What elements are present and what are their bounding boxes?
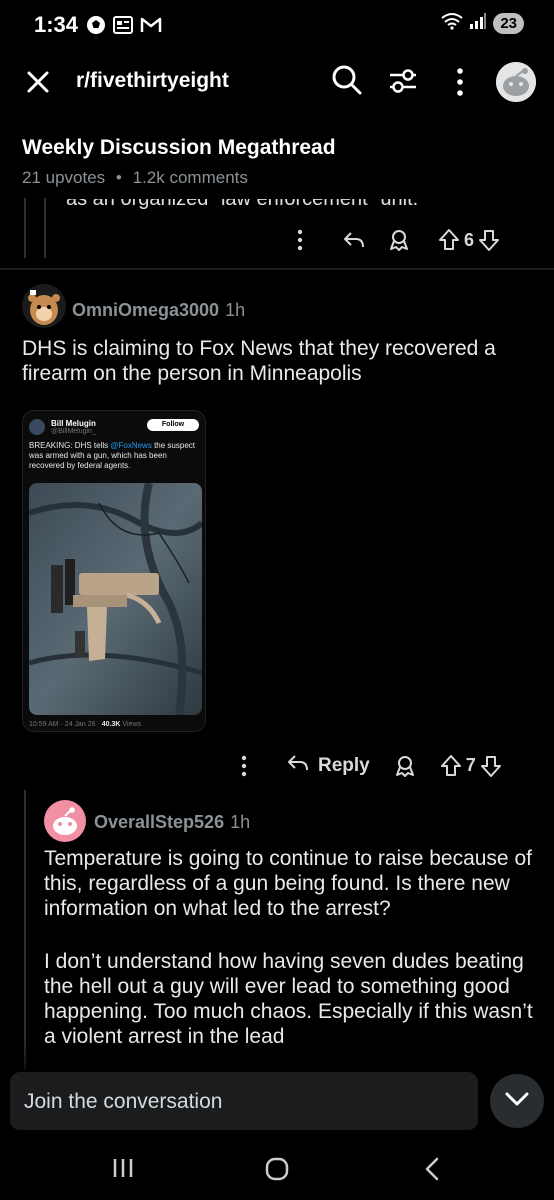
comment-divider: [0, 268, 554, 270]
downvote-icon[interactable]: [480, 754, 502, 778]
previous-comment-actions: 6: [288, 228, 500, 252]
more-options-icon[interactable]: [448, 66, 472, 103]
award-icon[interactable]: [388, 228, 410, 252]
commenter-avatar[interactable]: [22, 284, 66, 328]
tweet-mention: @FoxNews: [110, 441, 152, 450]
status-time: 1:34: [34, 12, 79, 37]
comment-count: 1.2k comments: [132, 168, 248, 187]
thread-line: [24, 790, 26, 1070]
more-options-icon[interactable]: [288, 229, 312, 251]
collapse-button[interactable]: [490, 1074, 544, 1128]
thread-line: [44, 198, 46, 258]
reply-paragraph: Temperature is going to continue to rais…: [44, 847, 532, 920]
award-icon[interactable]: [394, 754, 416, 778]
comment-body: DHS is claiming to Fox News that they re…: [22, 337, 496, 385]
status-bar: 1:34 23: [0, 0, 554, 48]
tweet-follow-button: Follow: [147, 419, 199, 431]
thread-title: Weekly Discussion Megathread: [22, 136, 336, 159]
chevron-down-icon: [504, 1091, 530, 1112]
reply-username[interactable]: OverallStep526: [94, 812, 224, 832]
previous-comment-text: as an organized "law enforcement" unit.: [66, 188, 419, 210]
tweet-author-avatar: [29, 419, 45, 435]
news-icon: [112, 15, 134, 35]
upvote-count: 21 upvotes: [22, 168, 106, 187]
composer-placeholder: Join the conversation: [24, 1090, 223, 1113]
reply-button[interactable]: Reply: [286, 752, 370, 779]
reply-label: Reply: [318, 754, 370, 776]
reply-age: 1h: [230, 812, 251, 832]
comment-username[interactable]: OmniOmega3000: [72, 300, 219, 320]
reply-body: Temperature is going to continue to rais…: [44, 846, 534, 1068]
tweet-author-handle: @BillMelugin_: [51, 428, 96, 435]
vote-count: 7: [465, 755, 476, 775]
search-icon[interactable]: [330, 63, 364, 102]
gmail-icon: [140, 15, 162, 35]
signal-icon: [469, 12, 487, 35]
reply-author-avatar[interactable]: [44, 800, 86, 842]
tweet-author-name: Bill Melugin: [51, 419, 96, 428]
tweet-photo: [29, 483, 202, 715]
soccer-ball-icon: [86, 15, 106, 35]
recent-apps-icon[interactable]: [112, 1156, 134, 1185]
upvote-icon[interactable]: [438, 228, 460, 252]
reply-icon[interactable]: [342, 229, 366, 251]
wifi-icon: [441, 12, 463, 35]
thread-meta: 21 upvotes • 1.2k comments: [22, 168, 336, 188]
battery-level: 23: [493, 13, 524, 34]
reply-icon: [286, 752, 310, 779]
close-icon[interactable]: [22, 66, 54, 98]
reply-author[interactable]: OverallStep526 1h: [94, 812, 250, 833]
upvote-icon[interactable]: [440, 754, 462, 778]
home-icon[interactable]: [264, 1156, 290, 1187]
join-conversation-input[interactable]: Join the conversation: [10, 1072, 478, 1130]
tweet-footer: 10:59 AM · 24 Jan 26 · 40.3K Views: [29, 721, 141, 728]
vote-count: 6: [464, 229, 475, 250]
tweet-view-count: 40.3K: [101, 721, 121, 728]
system-nav-bar: [0, 1140, 554, 1200]
tweet-text: BREAKING: DHS tells @FoxNews the suspect…: [29, 441, 201, 471]
tweet-views-label: Views: [122, 721, 141, 728]
sort-filter-icon[interactable]: [386, 64, 420, 103]
tweet-text-prefix: BREAKING: DHS tells: [29, 441, 109, 450]
user-avatar[interactable]: [496, 62, 536, 102]
meta-separator: •: [115, 168, 122, 187]
reply-paragraph: I don’t understand how having seven dude…: [44, 950, 533, 1048]
downvote-icon[interactable]: [478, 228, 500, 252]
comment-age: 1h: [225, 300, 246, 320]
comment-author[interactable]: OmniOmega3000 1h: [72, 300, 245, 321]
thread-line: [24, 198, 26, 258]
top-bar: r/fivethirtyeight: [0, 50, 554, 114]
tweet-timestamp: 10:59 AM · 24 Jan 26 ·: [29, 721, 100, 728]
back-icon[interactable]: [422, 1156, 442, 1187]
comment-actions: Reply 7: [232, 752, 502, 779]
subreddit-name[interactable]: r/fivethirtyeight: [76, 69, 229, 93]
more-options-icon[interactable]: [232, 755, 256, 777]
thread-header[interactable]: Weekly Discussion Megathread 21 upvotes …: [22, 136, 336, 188]
comment-image[interactable]: Bill Melugin @BillMelugin_ Follow BREAKI…: [22, 410, 206, 732]
